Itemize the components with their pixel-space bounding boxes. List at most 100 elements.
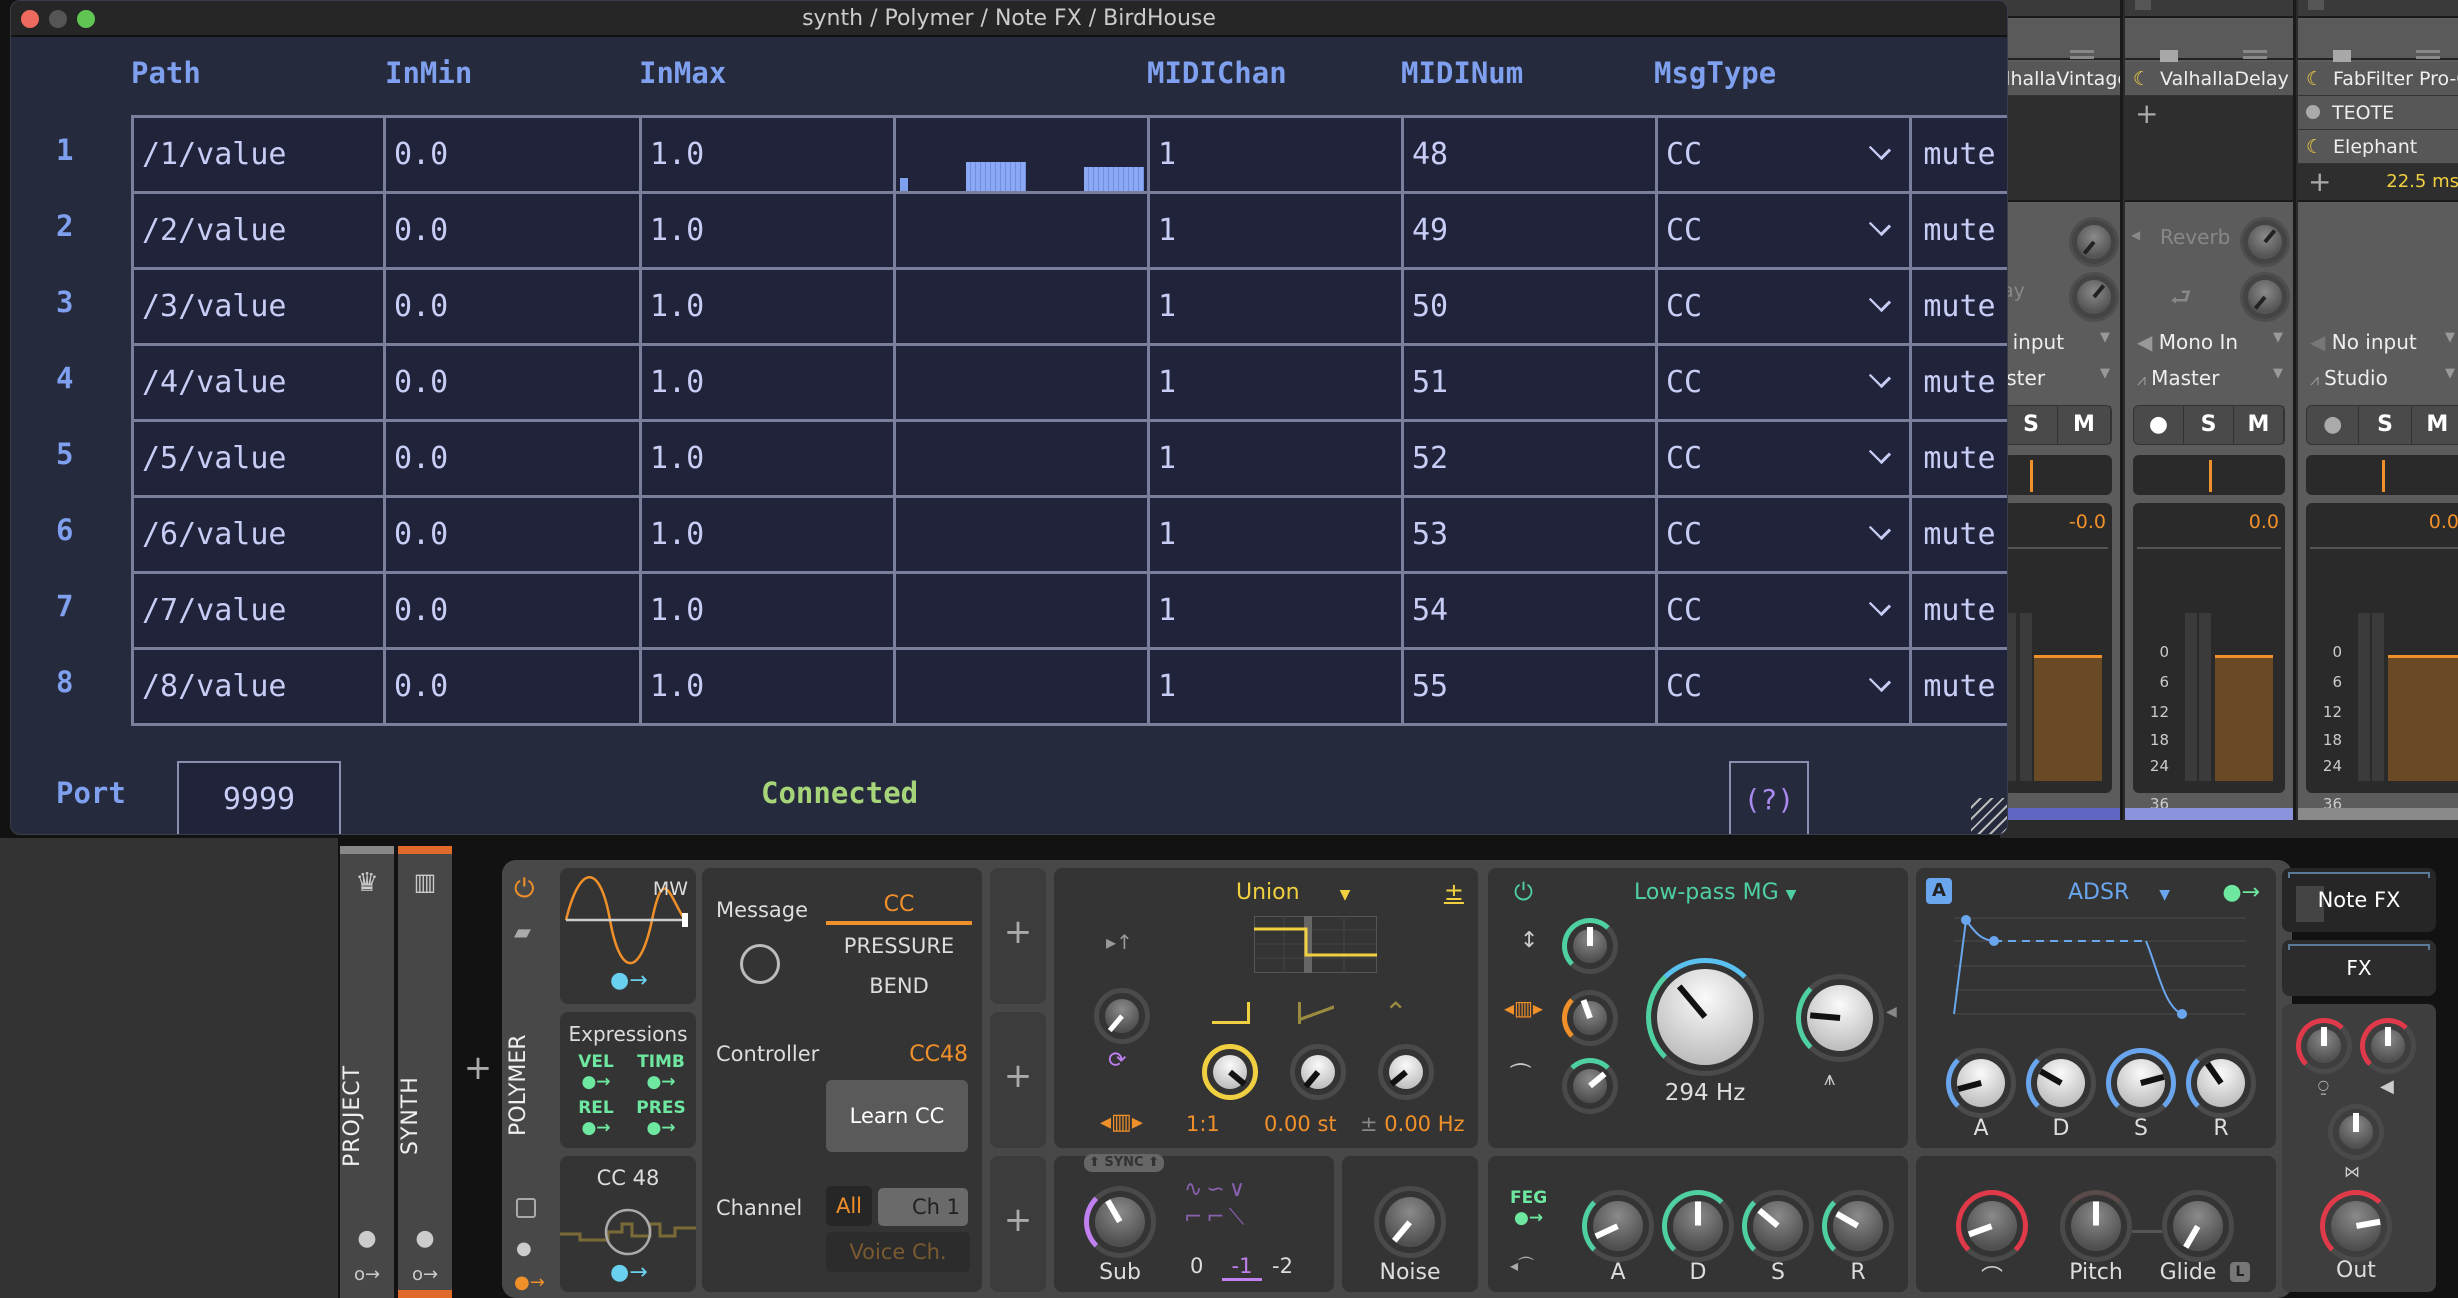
path-field[interactable]: /7/value	[131, 571, 386, 650]
osc-mode-select[interactable]: Union ▼	[1236, 880, 1350, 905]
solo-button[interactable]: S	[2005, 406, 2058, 444]
mute-button[interactable]: mute	[1909, 571, 2007, 650]
output-select[interactable]: ⩘ Studio ▼	[2298, 366, 2458, 390]
midi-channel-field[interactable]: 1	[1147, 267, 1404, 346]
osc-detune[interactable]: ± 0.00 Hz	[1360, 1112, 1465, 1136]
mute-button[interactable]: M	[2234, 406, 2284, 444]
midi-channel-field[interactable]: 1	[1147, 419, 1404, 498]
filter-resonance-knob[interactable]	[1796, 974, 1884, 1062]
note-fx-slot[interactable]: Note FX	[2282, 868, 2436, 932]
message-option-cc[interactable]: CC	[826, 892, 972, 925]
message-option-bend[interactable]: BEND	[826, 974, 972, 998]
inmax-field[interactable]: 1.0	[639, 647, 896, 726]
midi-number-field[interactable]: 54	[1401, 571, 1658, 650]
volume-fader[interactable]: 0.0 0 6 12 18 24 36 ∞	[2306, 503, 2458, 813]
pitch-up-icon[interactable]: ▸↑	[1106, 930, 1133, 954]
inmax-field[interactable]: 1.0	[639, 115, 896, 194]
input-select[interactable]: o input ▼	[2000, 330, 2120, 354]
voice-channel-button[interactable]: Voice Ch.	[826, 1232, 970, 1272]
fx-slot[interactable]: FX	[2282, 940, 2436, 996]
keytrack-icon[interactable]: ◂▥▸	[1504, 996, 1543, 1020]
midi-channel-field[interactable]: 1	[1147, 495, 1404, 574]
inmax-field[interactable]: 1.0	[639, 495, 896, 574]
triangle-level-knob[interactable]	[1378, 1044, 1434, 1100]
message-type-select[interactable]: CC	[1655, 571, 1912, 650]
add-device-button[interactable]: +	[458, 1048, 498, 1088]
collapse-icon[interactable]: ◀	[2131, 228, 2140, 242]
out-knob[interactable]	[2320, 1190, 2392, 1262]
resize-handle[interactable]	[1971, 798, 2007, 834]
mute-button[interactable]: M	[2058, 406, 2111, 444]
solo-button[interactable]: S	[2184, 406, 2234, 444]
modulation-arrow-icon[interactable]: ●→	[610, 968, 648, 993]
title-bar[interactable]: synth / Polymer / Note FX / BirdHouse	[11, 1, 2007, 37]
mute-button[interactable]: mute	[1909, 191, 2007, 270]
channel-all-button[interactable]: All	[826, 1186, 872, 1226]
path-field[interactable]: /6/value	[131, 495, 386, 574]
message-type-select[interactable]: CC	[1655, 419, 1912, 498]
message-type-select[interactable]: CC	[1655, 343, 1912, 422]
plugin-slot[interactable]: ☾ Elephant	[2298, 130, 2458, 164]
midi-number-field[interactable]: 51	[1401, 343, 1658, 422]
record-arm-button[interactable]: ●	[2307, 406, 2360, 444]
mix-knob[interactable]	[2296, 1018, 2352, 1074]
inmin-field[interactable]: 0.0	[383, 191, 642, 270]
message-type-select[interactable]: CC	[1655, 267, 1912, 346]
inmin-field[interactable]: 0.0	[383, 343, 642, 422]
message-type-select[interactable]: CC	[1655, 115, 1912, 194]
message-option-pressure[interactable]: PRESSURE	[826, 934, 972, 958]
inmax-field[interactable]: 1.0	[639, 419, 896, 498]
keytrack-icon[interactable]: ◂▥▸	[1100, 1110, 1143, 1135]
message-type-select[interactable]: CC	[1655, 191, 1912, 270]
path-field[interactable]: /2/value	[131, 191, 386, 270]
path-field[interactable]: /5/value	[131, 419, 386, 498]
path-field[interactable]: /8/value	[131, 647, 386, 726]
velocity-curve-knob[interactable]	[1956, 1190, 2028, 1262]
tab-project[interactable]: ♛ PROJECT ● o→	[340, 846, 394, 1298]
knob-icon[interactable]: ●	[340, 1226, 394, 1251]
output-select[interactable]: ⩘ Master ▼	[2125, 366, 2293, 390]
inmin-field[interactable]: 0.0	[383, 267, 642, 346]
feg-modulation-source[interactable]: FEG ●→	[1510, 1188, 1547, 1228]
envelope-type-select[interactable]: ADSR ▼	[2068, 880, 2170, 905]
osc-ratio[interactable]: 1:1	[1186, 1112, 1220, 1136]
plugin-slot[interactable]: ☾ ValhallaDelay	[2125, 62, 2293, 96]
volume-fader[interactable]: 0.0 0 6 12 18 24 36 ∞	[2133, 503, 2285, 813]
sub-octave-minus2[interactable]: -2	[1272, 1254, 1293, 1278]
midi-channel-field[interactable]: 1	[1147, 571, 1404, 650]
modulation-arrow-icon[interactable]: ●→	[514, 1272, 545, 1293]
pan-slider[interactable]	[2004, 455, 2112, 495]
expression-timb[interactable]: TIMB ●→	[636, 1052, 686, 1092]
midi-number-field[interactable]: 52	[1401, 419, 1658, 498]
inmax-field[interactable]: 1.0	[639, 343, 896, 422]
saw-level-knob[interactable]	[1290, 1044, 1346, 1100]
send-knob[interactable]	[2072, 220, 2116, 264]
path-field[interactable]: /1/value	[131, 115, 386, 194]
square-level-knob[interactable]	[1202, 1044, 1258, 1100]
amp-sustain-knob[interactable]	[2106, 1048, 2176, 1118]
send-knob[interactable]	[2072, 275, 2116, 319]
osc-timbre-knob[interactable]	[1094, 988, 1150, 1044]
midi-channel-field[interactable]: 1	[1147, 115, 1404, 194]
pitch-knob[interactable]	[2060, 1190, 2132, 1262]
modulation-arrow-icon[interactable]: ●→	[610, 1260, 648, 1285]
inmin-field[interactable]: 0.0	[383, 571, 642, 650]
sub-octave-minus1[interactable]: -1	[1222, 1254, 1262, 1281]
expression-pres[interactable]: PRES ●→	[636, 1098, 686, 1138]
add-mod-slot[interactable]: +	[990, 868, 1046, 1004]
feg-release-knob[interactable]	[1822, 1190, 1894, 1262]
window-icon[interactable]	[516, 1198, 536, 1218]
path-field[interactable]: /4/value	[131, 343, 386, 422]
pan-slider[interactable]	[2306, 455, 2458, 495]
amp-decay-knob[interactable]	[2026, 1048, 2096, 1118]
modulation-arrow-icon[interactable]: o→	[398, 1264, 452, 1285]
expression-vel[interactable]: VEL ●→	[576, 1052, 616, 1092]
volume-fader[interactable]: -0.0	[2004, 503, 2112, 793]
inmin-field[interactable]: 0.0	[383, 647, 642, 726]
sync-cycle-icon[interactable]: ⟳	[1108, 1048, 1126, 1073]
sub-waveform-icons[interactable]: ∿∽∨ ⌐⌐⟍	[1184, 1176, 1300, 1236]
add-plugin-button[interactable]: +	[2125, 96, 2293, 132]
input-select[interactable]: ◀ No input ▼	[2298, 330, 2458, 354]
mute-button[interactable]: M	[2412, 406, 2458, 444]
sub-level-knob[interactable]	[1084, 1186, 1156, 1258]
